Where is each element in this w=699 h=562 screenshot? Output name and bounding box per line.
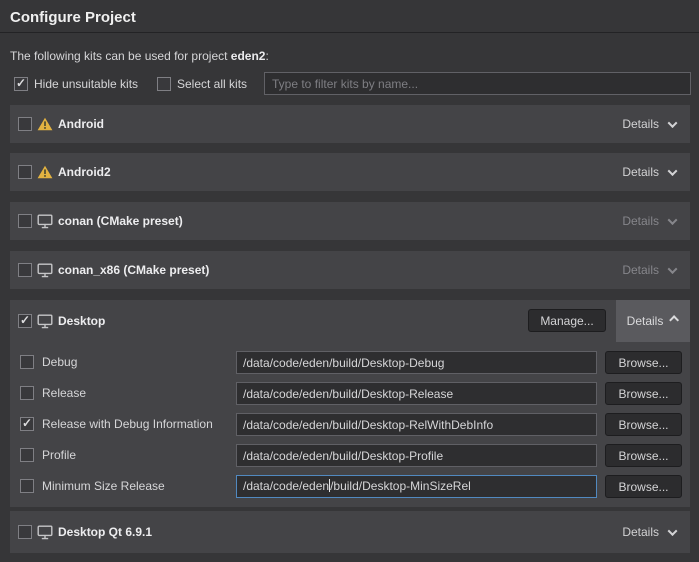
- hide-unsuitable-kits-checkbox-group: Hide unsuitable kits: [14, 77, 138, 91]
- kit-android2-details-button[interactable]: Details: [620, 161, 678, 183]
- minsizerel-browse-button[interactable]: Browse...: [605, 475, 682, 498]
- build-config-row-debug: Debug Browse...: [18, 351, 682, 374]
- hide-unsuitable-checkbox[interactable]: [14, 77, 28, 91]
- details-label: Details: [622, 214, 659, 228]
- kit-name: Android: [58, 117, 104, 131]
- kit-desktop-qt-details-button[interactable]: Details: [620, 521, 678, 543]
- minsizerel-checkbox[interactable]: [20, 479, 34, 493]
- build-config-row-release: Release Browse...: [18, 382, 682, 405]
- kit-name: Desktop: [58, 314, 105, 328]
- desktop-monitor-icon: [37, 214, 53, 229]
- intro-text: The following kits can be used for proje…: [10, 49, 269, 63]
- release-path-input[interactable]: [236, 382, 597, 405]
- warning-icon: [37, 165, 53, 179]
- debug-path-input[interactable]: [236, 351, 597, 374]
- kit-android-checkbox[interactable]: [18, 117, 32, 131]
- details-label: Details: [622, 117, 659, 131]
- kit-conan-x86-checkbox[interactable]: [18, 263, 32, 277]
- kit-row-desktop-qt: Desktop Qt 6.9.1 Details: [10, 511, 690, 553]
- kit-row-android2: Android2 Details: [10, 153, 690, 191]
- manage-kits-button[interactable]: Manage...: [528, 309, 606, 332]
- kit-panel-desktop: Desktop Manage... Details Debug Browse..…: [10, 300, 690, 507]
- desktop-monitor-icon: [37, 263, 53, 278]
- kit-row-conan: conan (CMake preset) Details: [10, 202, 690, 240]
- chevron-down-icon: [668, 215, 678, 225]
- build-config-row-profile: Profile Browse...: [18, 444, 682, 467]
- chevron-down-icon: [668, 166, 678, 176]
- kit-desktop-checkbox[interactable]: [18, 314, 32, 328]
- select-all-kits-checkbox-group: Select all kits: [157, 77, 247, 91]
- kit-name: Desktop Qt 6.9.1: [58, 525, 152, 539]
- relwithdebinfo-path-input[interactable]: [236, 413, 597, 436]
- path-text-after-caret: /build/Desktop-MinSizeRel: [330, 479, 471, 493]
- desktop-monitor-icon: [37, 314, 53, 329]
- chevron-down-icon: [668, 526, 678, 536]
- relwithdebinfo-browse-button[interactable]: Browse...: [605, 413, 682, 436]
- chevron-down-icon: [668, 118, 678, 128]
- relwithdebinfo-checkbox[interactable]: [20, 417, 34, 431]
- page-title: Configure Project: [10, 9, 136, 26]
- kit-conan-details-button: Details: [620, 210, 678, 232]
- project-name: eden2: [231, 49, 266, 63]
- hide-unsuitable-label: Hide unsuitable kits: [34, 77, 138, 91]
- details-label: Details: [622, 263, 659, 277]
- release-browse-button[interactable]: Browse...: [605, 382, 682, 405]
- desktop-monitor-icon: [37, 525, 53, 540]
- chevron-up-icon: [669, 315, 679, 325]
- select-all-label: Select all kits: [177, 77, 247, 91]
- kit-name: conan (CMake preset): [58, 214, 183, 228]
- build-config-label: Release with Debug Information: [42, 417, 213, 431]
- profile-browse-button[interactable]: Browse...: [605, 444, 682, 467]
- kit-android-details-button[interactable]: Details: [620, 113, 678, 135]
- details-label: Details: [622, 525, 659, 539]
- build-config-label: Debug: [42, 355, 77, 369]
- kit-name: conan_x86 (CMake preset): [58, 263, 209, 277]
- build-config-label: Minimum Size Release: [42, 479, 165, 493]
- kit-row-android: Android Details: [10, 105, 690, 143]
- build-config-row-minsizerel: Minimum Size Release /data/code/eden/bui…: [18, 475, 682, 498]
- intro-prefix: The following kits can be used for proje…: [10, 49, 231, 63]
- build-config-row-relwithdebinfo: Release with Debug Information Browse...: [18, 413, 682, 436]
- debug-browse-button[interactable]: Browse...: [605, 351, 682, 374]
- kit-row-conan-x86: conan_x86 (CMake preset) Details: [10, 251, 690, 289]
- intro-suffix: :: [265, 49, 268, 63]
- release-checkbox[interactable]: [20, 386, 34, 400]
- kit-conan-x86-details-button: Details: [620, 259, 678, 281]
- minsizerel-path-input[interactable]: /data/code/eden/build/Desktop-MinSizeRel: [236, 475, 597, 498]
- kit-filter-input[interactable]: [264, 72, 691, 95]
- details-label: Details: [622, 165, 659, 179]
- debug-checkbox[interactable]: [20, 355, 34, 369]
- kit-android2-checkbox[interactable]: [18, 165, 32, 179]
- build-config-label: Release: [42, 386, 86, 400]
- kit-desktop-qt-checkbox[interactable]: [18, 525, 32, 539]
- select-all-checkbox[interactable]: [157, 77, 171, 91]
- profile-path-input[interactable]: [236, 444, 597, 467]
- details-label: Details: [627, 314, 664, 328]
- configure-project-page: Configure Project The following kits can…: [0, 0, 699, 562]
- profile-checkbox[interactable]: [20, 448, 34, 462]
- kit-name: Android2: [58, 165, 111, 179]
- build-config-label: Profile: [42, 448, 76, 462]
- path-text-before-caret: /data/code/eden: [243, 479, 329, 493]
- title-separator: [0, 32, 699, 33]
- chevron-down-icon: [668, 264, 678, 274]
- kit-conan-checkbox[interactable]: [18, 214, 32, 228]
- kit-desktop-details-button[interactable]: Details: [616, 300, 690, 342]
- warning-icon: [37, 117, 53, 131]
